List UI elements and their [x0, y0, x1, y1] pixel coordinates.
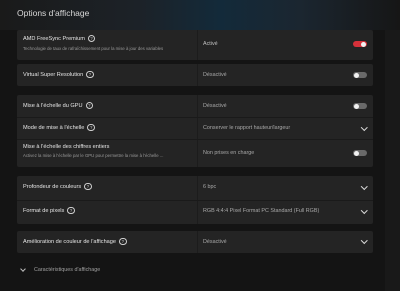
chevron-down-icon[interactable] — [360, 124, 367, 131]
help-icon[interactable]: ? — [85, 101, 94, 109]
setting-value-color-enhancement[interactable]: Désactivé — [203, 239, 227, 245]
setting-value-pixel-format[interactable]: RGB 4:4:4 Pixel Format PC Standard (Full… — [203, 208, 319, 214]
column-separator — [197, 95, 198, 167]
gpu-scaling-toggle[interactable] — [353, 103, 367, 109]
setting-label-vsr: Virtual Super Resolution? — [23, 70, 94, 79]
setting-label-color-depth: Profondeur de couleurs? — [23, 182, 92, 191]
toggle-knob — [354, 103, 359, 109]
setting-label-gpu-scaling: Mise à l'échelle du GPU? — [23, 101, 94, 110]
setting-value-vsr: Désactivé — [203, 72, 227, 78]
setting-card-color-enhancement: Amélioration de couleur de l'affichage? … — [17, 231, 373, 253]
help-icon[interactable]: ? — [67, 206, 75, 214]
help-icon[interactable]: ? — [86, 70, 94, 78]
row-divider — [17, 200, 373, 201]
page-title: Options d'affichage — [17, 8, 90, 18]
setting-label-scaling-mode: Mode de mise à l'échelle? — [23, 123, 95, 132]
help-icon[interactable]: ? — [119, 237, 127, 245]
help-icon[interactable]: ? — [87, 34, 96, 42]
setting-label-integer-scaling: Mise à l'échelle des chiffres entiers — [23, 144, 110, 150]
setting-label-freesync: AMD FreeSync Premium? — [23, 34, 96, 43]
setting-sublabel-freesync: Technologie de taux de rafraîchissement … — [23, 46, 164, 51]
column-separator — [197, 64, 198, 86]
vsr-toggle[interactable] — [353, 72, 367, 78]
row-divider — [17, 117, 373, 118]
setting-card-vsr: Virtual Super Resolution? Désactivé — [17, 64, 373, 86]
display-specs-expander[interactable]: Caractéristiques d'affichage — [34, 267, 100, 273]
setting-card-scaling: Mise à l'échelle du GPU? Désactivé Mode … — [17, 95, 373, 167]
chevron-down-icon[interactable] — [20, 266, 26, 272]
setting-label-color-enhancement: Amélioration de couleur de l'affichage? — [23, 237, 127, 246]
column-separator — [197, 231, 198, 253]
freesync-toggle[interactable] — [353, 41, 367, 47]
setting-value-integer-scaling: Non prises en charge — [203, 150, 255, 156]
help-icon[interactable]: ? — [87, 123, 95, 131]
setting-card-freesync: AMD FreeSync Premium? Technologie de tau… — [17, 30, 373, 60]
setting-label-pixel-format: Format de pixels? — [23, 206, 75, 215]
help-icon[interactable]: ? — [84, 182, 92, 190]
setting-value-scaling-mode[interactable]: Conserver le rapport hauteur/largeur — [203, 125, 290, 131]
setting-value-freesync: Activé — [203, 41, 218, 47]
integer-scaling-toggle[interactable] — [353, 150, 367, 156]
chevron-down-icon[interactable] — [360, 237, 367, 244]
column-separator — [197, 30, 198, 60]
chevron-down-icon[interactable] — [360, 183, 367, 190]
row-divider — [17, 139, 373, 140]
setting-value-color-depth[interactable]: 6 bpc — [203, 184, 216, 190]
right-edge-panel — [385, 30, 400, 291]
toggle-knob — [354, 150, 359, 156]
toggle-knob — [354, 72, 359, 78]
toggle-knob — [361, 41, 366, 47]
setting-card-color: Profondeur de couleurs? 6 bpc Format de … — [17, 176, 373, 224]
setting-sublabel-integer-scaling: Activez la mise à l'échelle par le GPU p… — [23, 153, 164, 158]
setting-value-gpu-scaling: Désactivé — [203, 103, 227, 109]
chevron-down-icon[interactable] — [360, 207, 367, 214]
